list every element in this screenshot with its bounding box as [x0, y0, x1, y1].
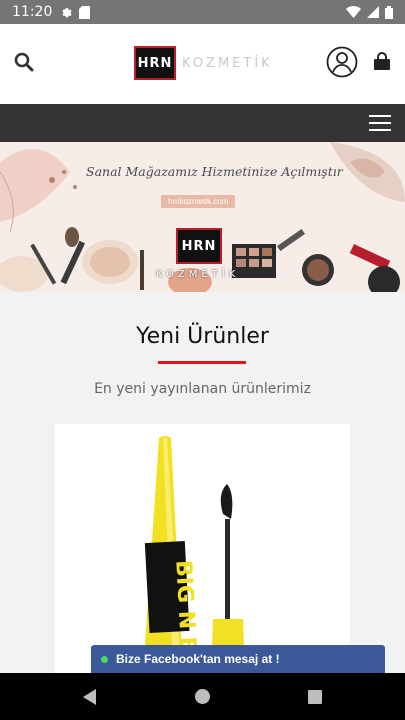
shopping-bag-icon[interactable] [372, 52, 392, 72]
facebook-chat-button[interactable]: Bize Facebook'tan mesaj at ! [91, 645, 385, 673]
promo-banner[interactable]: Sanal Mağazamız Hizmetinize Açılmıştır h… [0, 142, 405, 292]
android-nav-bar [0, 673, 405, 720]
section-subtitle: En yeni yayınlanan ürünlerimiz [94, 381, 311, 397]
banner-logo-text: KOZMETİK [156, 269, 240, 280]
sd-card-icon [79, 5, 91, 19]
status-bar: 11:20 [0, 0, 405, 24]
facebook-chat-label: Bize Facebook'tan mesaj at ! [116, 652, 280, 666]
banner-headline: Sanal Mağazamız Hizmetinize Açılmıştır [86, 164, 343, 179]
product-card[interactable]: BIG N BLACK [55, 424, 350, 674]
logo-mark: HRN [134, 46, 176, 80]
section-title: Yeni Ürünler [136, 324, 269, 349]
battery-icon [385, 5, 393, 19]
banner-url: hrnkozmetik.com [161, 195, 236, 208]
online-dot-icon [101, 655, 108, 663]
banner-logo-mark: HRN [176, 228, 222, 264]
back-icon[interactable] [83, 689, 96, 705]
recent-apps-icon[interactable] [308, 690, 322, 704]
gear-icon [62, 7, 72, 17]
site-header: HRN KOZMETİK [0, 24, 405, 104]
title-underline [158, 361, 246, 364]
status-time: 11:20 [12, 4, 53, 20]
search-icon[interactable] [14, 52, 34, 72]
logo-text: KOZMETİK [182, 55, 273, 71]
menu-icon[interactable] [369, 115, 391, 131]
product-image-mascara: BIG N BLACK [143, 436, 245, 674]
signal-icon [367, 6, 379, 18]
site-logo[interactable]: HRN KOZMETİK [134, 46, 273, 80]
user-icon[interactable] [326, 46, 358, 78]
wifi-icon [346, 6, 361, 18]
nav-bar [0, 104, 405, 142]
home-icon[interactable] [195, 689, 210, 704]
